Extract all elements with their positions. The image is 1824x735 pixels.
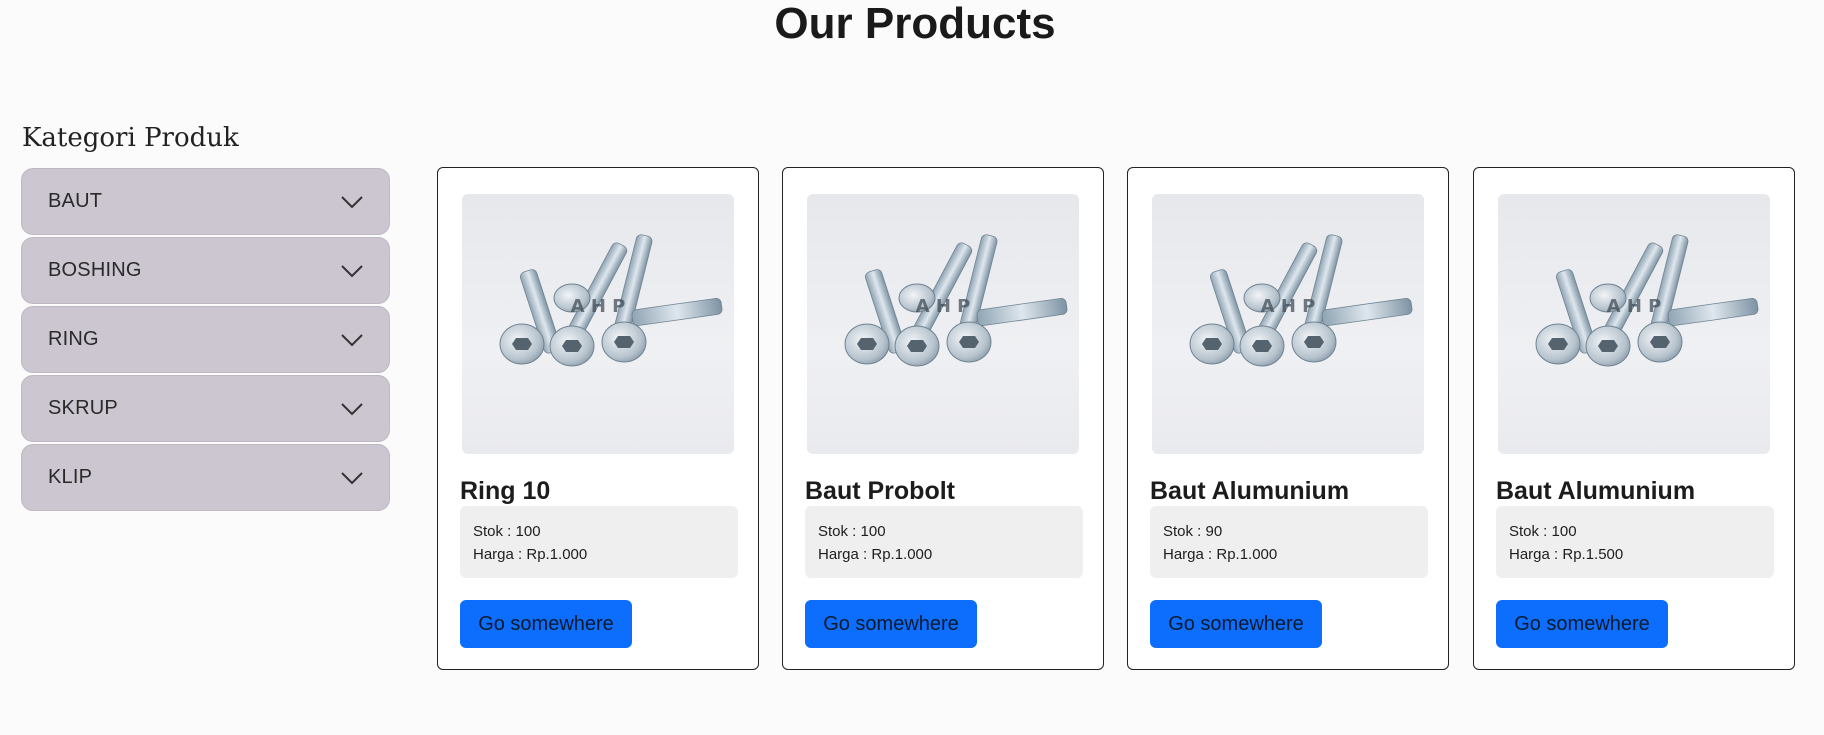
category-item-klip[interactable]: KLIP <box>21 444 390 511</box>
product-card: A H P Baut Alumunium Stok : 100 Harga : … <box>1473 167 1795 670</box>
chevron-down-icon <box>341 471 363 485</box>
page-title: Our Products <box>774 0 1056 48</box>
product-card: A H P Baut Alumunium Stok : 90 Harga : R… <box>1127 167 1449 670</box>
product-info: Stok : 100 Harga : Rp.1.500 <box>1496 506 1774 578</box>
product-name: Baut Alumunium <box>1496 477 1696 505</box>
product-image: A H P <box>1152 194 1424 454</box>
svg-text:A H P: A H P <box>1261 296 1316 317</box>
svg-text:A H P: A H P <box>916 296 971 317</box>
category-accordion: BAUT BOSHING RING SKRUP KLIP <box>21 168 390 513</box>
sidebar-title: Kategori Produk <box>22 123 239 153</box>
category-label: SKRUP <box>48 397 118 419</box>
product-image: A H P <box>1498 194 1770 454</box>
go-somewhere-button[interactable]: Go somewhere <box>805 600 977 648</box>
category-label: KLIP <box>48 466 93 488</box>
go-somewhere-button[interactable]: Go somewhere <box>460 600 632 648</box>
bolt-photo: A H P <box>1535 234 1759 367</box>
go-somewhere-button[interactable]: Go somewhere <box>1496 600 1668 648</box>
product-price: Harga : Rp.1.000 <box>473 546 588 563</box>
product-info: Stok : 90 Harga : Rp.1.000 <box>1150 506 1428 578</box>
product-name: Baut Probolt <box>805 477 955 505</box>
chevron-down-icon <box>341 264 363 278</box>
chevron-down-icon <box>341 195 363 209</box>
category-item-baut[interactable]: BAUT <box>21 168 390 235</box>
product-name: Baut Alumunium <box>1150 477 1350 505</box>
product-stock: Stok : 100 <box>1509 523 1577 540</box>
category-label: RING <box>48 328 99 350</box>
product-price: Harga : Rp.1.500 <box>1509 546 1624 563</box>
product-image: A H P <box>462 194 734 454</box>
product-price: Harga : Rp.1.000 <box>818 546 933 563</box>
bolt-photo: A H P <box>844 234 1068 367</box>
category-label: BOSHING <box>48 259 142 281</box>
product-name: Ring 10 <box>460 477 551 505</box>
product-stock: Stok : 100 <box>473 523 541 540</box>
product-stock: Stok : 100 <box>818 523 886 540</box>
product-stock: Stok : 90 <box>1163 523 1223 540</box>
bolt-photo: A H P <box>499 234 723 367</box>
product-image: A H P <box>807 194 1079 454</box>
product-price: Harga : Rp.1.000 <box>1163 546 1278 563</box>
product-info: Stok : 100 Harga : Rp.1.000 <box>805 506 1083 578</box>
chevron-down-icon <box>341 333 363 347</box>
svg-text:A H P: A H P <box>1607 296 1662 317</box>
svg-text:A H P: A H P <box>571 296 626 317</box>
category-item-boshing[interactable]: BOSHING <box>21 237 390 304</box>
product-card: A H P Ring 10 Stok : 100 Harga : Rp.1.00… <box>437 167 759 670</box>
category-item-skrup[interactable]: SKRUP <box>21 375 390 442</box>
category-label: BAUT <box>48 190 103 212</box>
bolt-photo: A H P <box>1189 234 1413 367</box>
go-somewhere-button[interactable]: Go somewhere <box>1150 600 1322 648</box>
product-info: Stok : 100 Harga : Rp.1.000 <box>460 506 738 578</box>
category-item-ring[interactable]: RING <box>21 306 390 373</box>
chevron-down-icon <box>341 402 363 416</box>
product-card: A H P Baut Probolt Stok : 100 Harga : Rp… <box>782 167 1104 670</box>
